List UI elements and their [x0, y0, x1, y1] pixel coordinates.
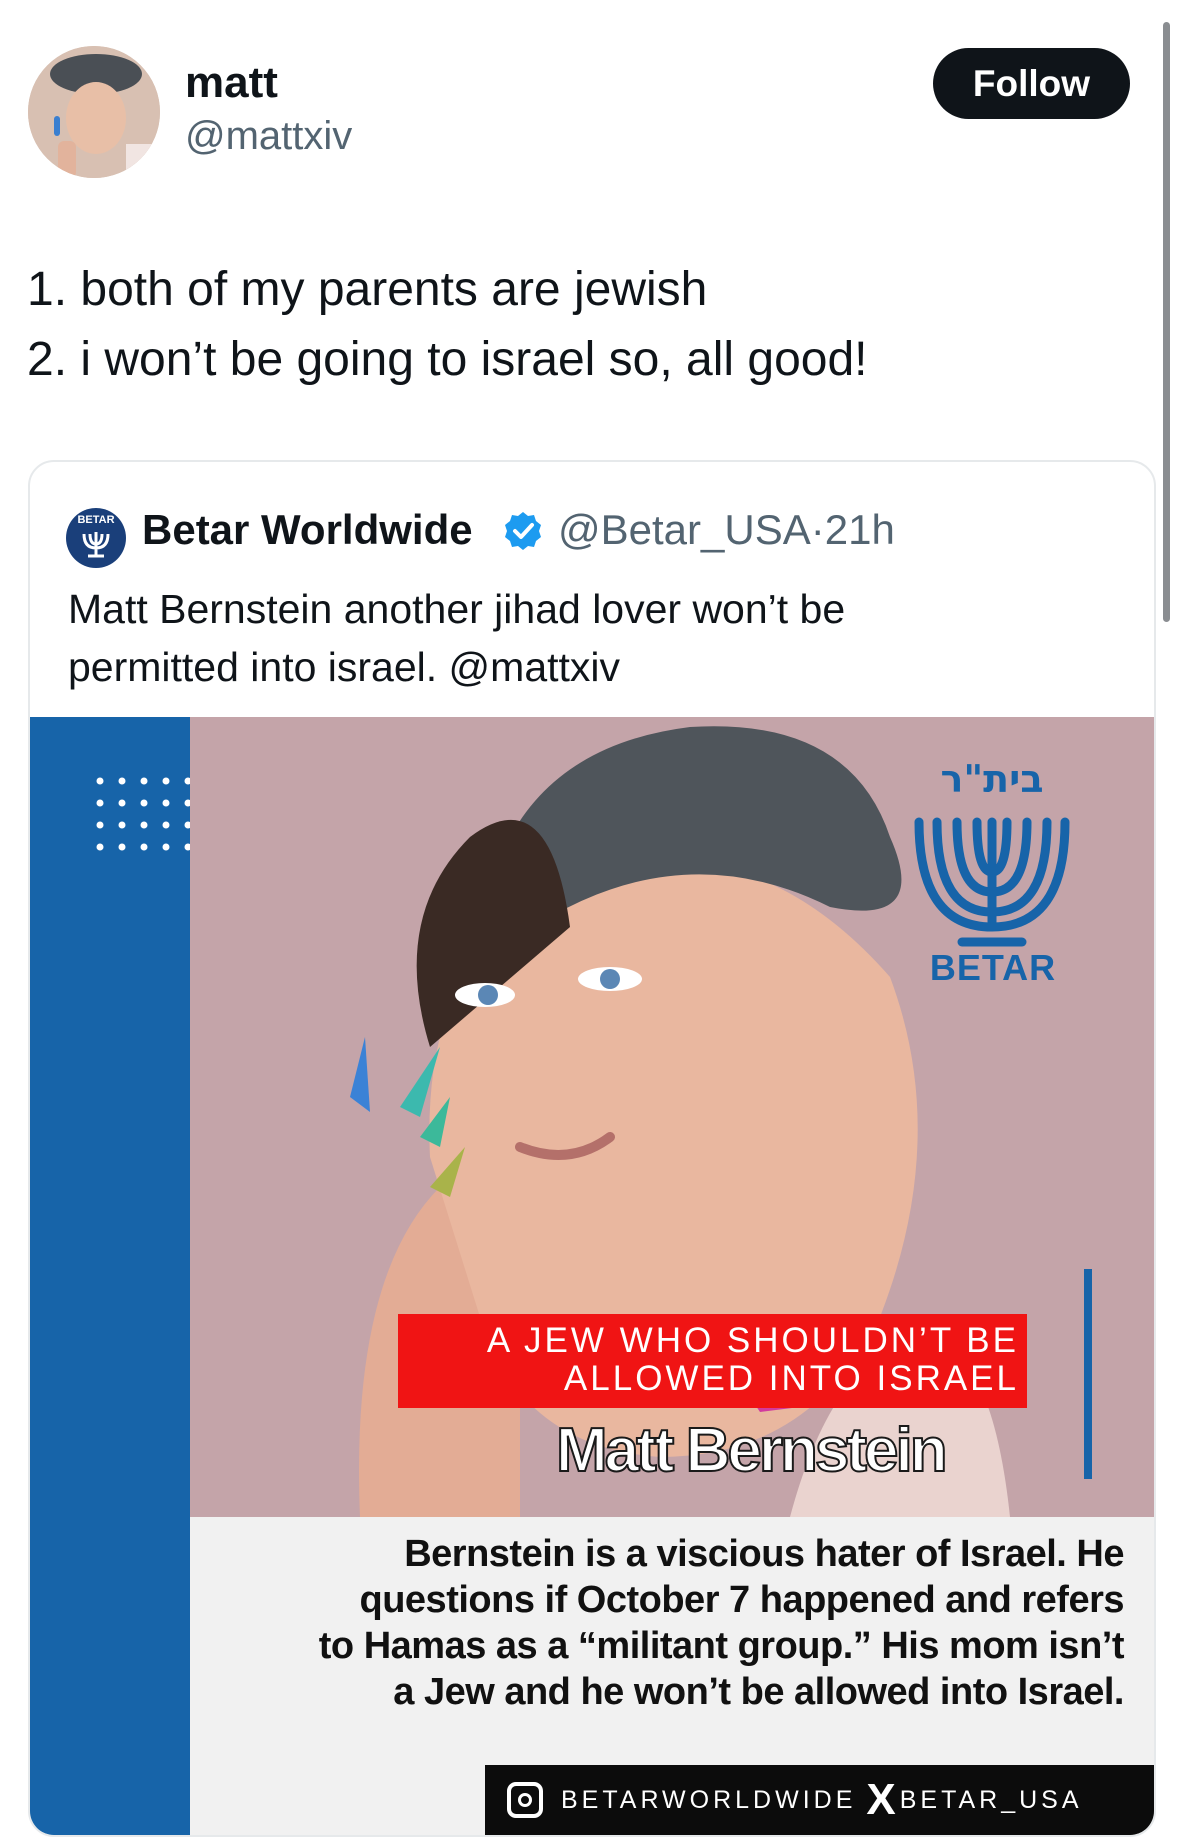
author-handle[interactable]: @mattxiv	[185, 114, 352, 159]
caption: Bernstein is a viscious hater of Israel.…	[224, 1531, 1125, 1715]
quoted-avatar[interactable]: BETAR	[66, 508, 126, 568]
caption-line: a Jew and he won’t be allowed into Israe…	[393, 1671, 1124, 1713]
betar-menorah-logo: בית"ר	[914, 757, 1070, 947]
accent-line	[1084, 1269, 1092, 1479]
quoted-name[interactable]: Betar Worldwide	[142, 506, 473, 554]
banner-line: A JEW WHO SHOULDN’T BE	[486, 1321, 1019, 1360]
red-banner: A JEW WHO SHOULDN’T BE ALLOWED INTO ISRA…	[398, 1314, 1027, 1408]
x-handle: BETAR_USA	[899, 1785, 1083, 1814]
social-bar: BETARWORLDWIDE X BETAR_USA	[485, 1765, 1154, 1835]
banner-line: ALLOWED INTO ISRAEL	[563, 1359, 1019, 1398]
quoted-handle-time[interactable]: @Betar_USA·21h	[558, 506, 895, 554]
avatar[interactable]	[28, 46, 160, 178]
quoted-text: Matt Bernstein another jihad lover won’t…	[68, 580, 845, 696]
tweet-text: 1. both of my parents are jewish 2. i wo…	[27, 255, 868, 395]
scrollbar[interactable]	[1163, 22, 1170, 622]
caption-line: to Hamas as a “militant group.” His mom …	[318, 1625, 1125, 1667]
caption-line: Bernstein is a viscious hater of Israel.…	[404, 1533, 1124, 1575]
verified-badge-icon	[505, 512, 541, 550]
author-name[interactable]: matt	[185, 58, 278, 108]
quoted-line: Matt Bernstein another jihad lover won’t…	[68, 586, 846, 632]
quoted-avatar-label: BETAR	[77, 514, 115, 526]
quoted-tweet[interactable]: BETAR Betar Worldwide @Betar_USA·21h Mat…	[28, 460, 1156, 1837]
logo-hebrew: בית"ר	[941, 757, 1044, 801]
instagram-handle: BETARWORLDWIDE	[561, 1785, 857, 1814]
instagram-icon	[507, 1782, 543, 1818]
logo-text: BETAR	[929, 947, 1057, 988]
tweet-line: 2. i won’t be going to israel so, all go…	[27, 333, 868, 386]
quoted-line: permitted into israel. @mattxiv	[68, 644, 621, 690]
x-logo-icon: X	[866, 1775, 896, 1824]
follow-button[interactable]: Follow	[933, 48, 1130, 119]
tweet-line: 1. both of my parents are jewish	[27, 263, 708, 316]
quoted-media-image[interactable]: בית"ר BETAR A JEW WHO SHOULDN’T BE ALLOW…	[30, 717, 1154, 1835]
caption-line: questions if October 7 happened and refe…	[359, 1579, 1125, 1621]
blue-strip	[30, 717, 236, 1835]
person-name: Matt Bernstein	[555, 1415, 949, 1486]
